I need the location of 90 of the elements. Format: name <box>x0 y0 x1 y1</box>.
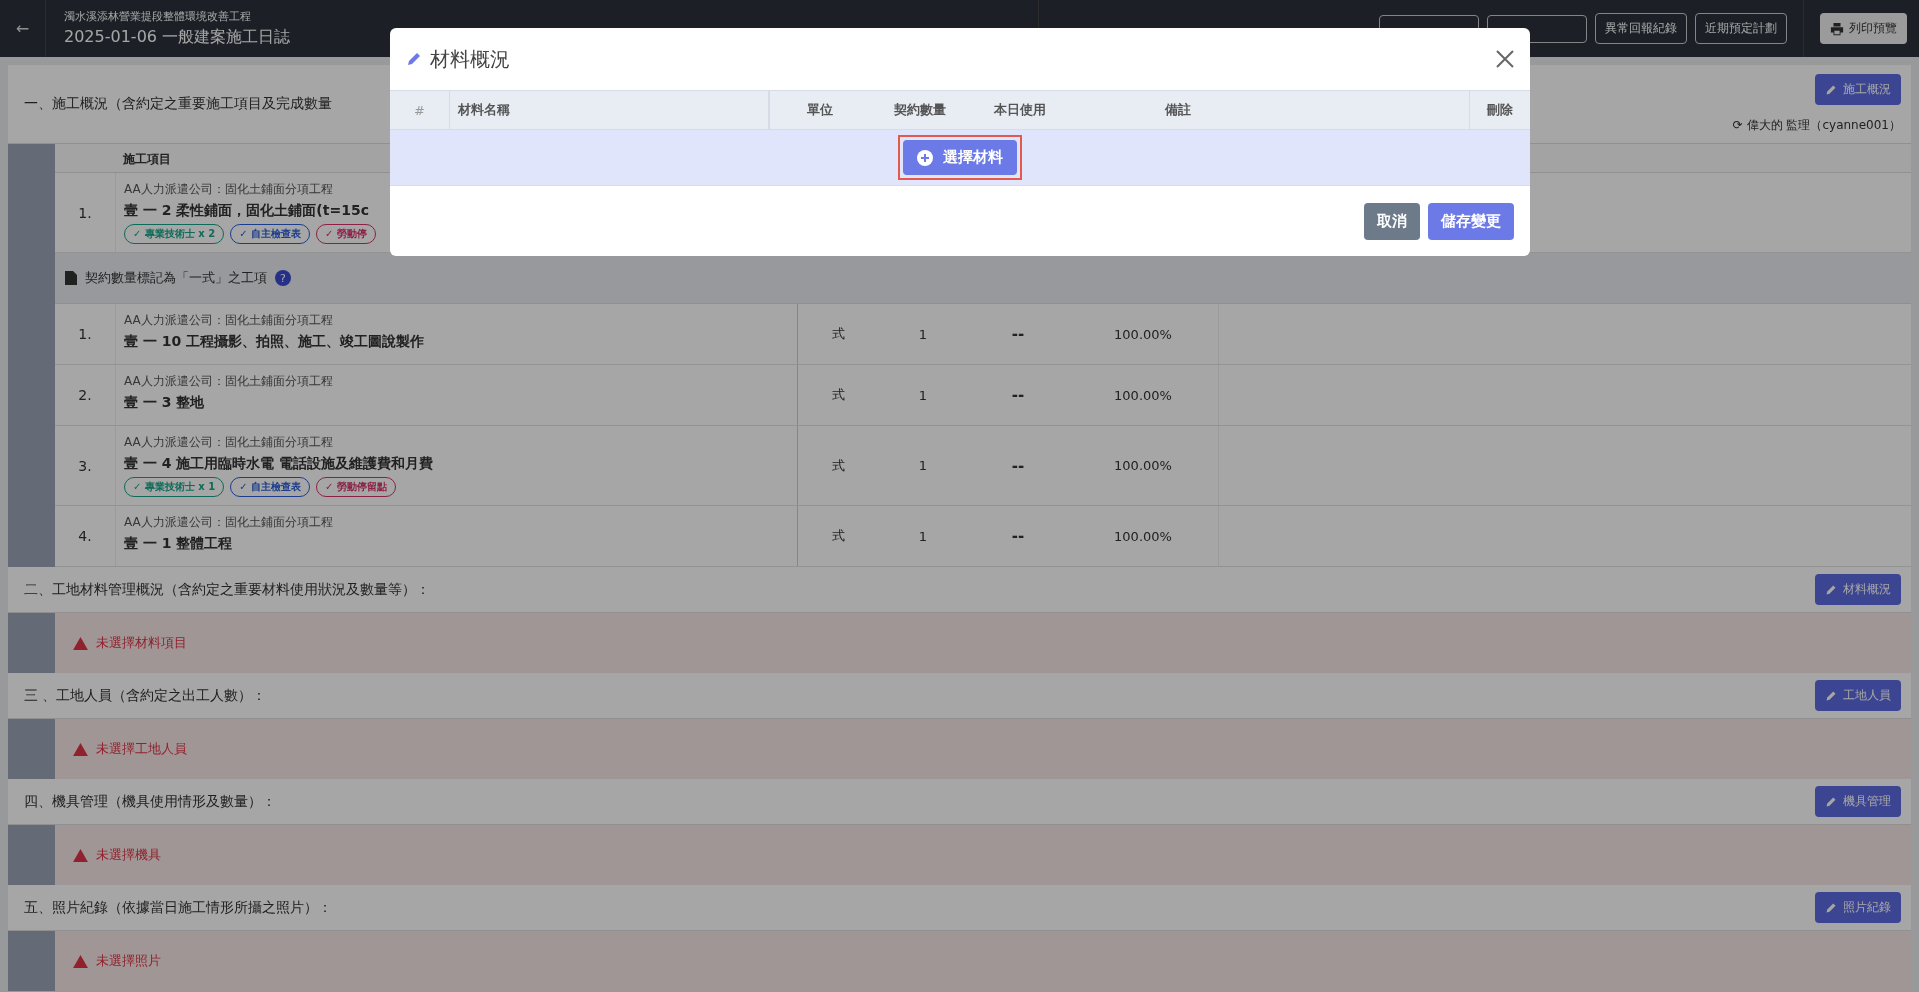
pencil-icon <box>1825 901 1837 914</box>
percent-cell-text: 100.00% <box>1113 528 1173 544</box>
pencil-icon <box>1825 583 1837 596</box>
today-cell-text: -- <box>1010 527 1026 545</box>
unit-cell-text: 式 <box>830 325 846 343</box>
row-number: 3. <box>55 426 116 505</box>
plus-circle-icon <box>917 149 933 166</box>
row-number: 4. <box>55 506 116 566</box>
warning-text: 未選擇材料項目 <box>96 634 187 652</box>
printer-icon <box>1830 21 1844 36</box>
dialog-title: 材料概況 <box>430 45 511 73</box>
edit-button[interactable]: 機具管理 <box>1815 786 1901 817</box>
status-tag: ✓ 自主檢查表 <box>230 477 311 497</box>
warning-text: 未選擇照片 <box>96 952 161 970</box>
pencil-icon <box>406 51 422 67</box>
company-text: AA人力派遣公司：固化土鋪面分項工程 <box>124 514 334 531</box>
signer-text: ⟳ 偉大的 監理（cyanne001） <box>1732 117 1901 134</box>
side-stripe <box>8 613 55 673</box>
side-stripe <box>8 931 55 991</box>
company-text: AA人力派遣公司：固化土鋪面分項工程 <box>124 181 334 198</box>
column-header: 備註 <box>1070 91 1470 129</box>
today-cell-text: -- <box>1010 386 1026 404</box>
column-header: 單位 <box>806 101 834 119</box>
unit-cell-text: 式 <box>830 527 846 545</box>
close-button[interactable] <box>1496 50 1514 68</box>
work-item-text: 壹 一 4 施工用臨時水電 電話設施及維護費和月費 <box>124 455 435 473</box>
side-stripe <box>8 719 55 779</box>
quantity-cell-text: 1 <box>917 458 929 473</box>
column-header: # <box>390 91 450 129</box>
warning-icon <box>73 954 88 968</box>
side-stripe <box>8 825 55 885</box>
warning-icon <box>73 742 88 756</box>
edit-button[interactable]: 施工概況 <box>1815 74 1901 105</box>
section-title: 四、機具管理（機具使用情形及數量）： <box>24 792 276 811</box>
warning-text: 未選擇機具 <box>96 846 161 864</box>
status-tag: ✓ 勞動停留點 <box>316 477 396 497</box>
section-title: 五、照片紀錄（依據當日施工情形所攝之照片）： <box>24 898 332 917</box>
quantity-cell-text: 1 <box>917 387 929 403</box>
percent-cell-text: 100.00% <box>1113 326 1173 342</box>
status-tag: ✓ 專業技術士 x 1 <box>124 477 225 497</box>
print-preview-button[interactable]: 列印預覽 <box>1820 13 1907 44</box>
work-item-text: 壹 一 10 工程攝影、拍照、施工、竣工圖說製作 <box>124 333 426 351</box>
cancel-button[interactable]: 取消 <box>1364 202 1420 240</box>
back-button[interactable]: ← <box>0 0 46 57</box>
work-item-text: 壹 一 2 柔性鋪面，固化土鋪面(t=15c <box>124 202 370 220</box>
warning-icon <box>73 848 88 862</box>
subsection-title: 契約數量標記為「一式」之工項 <box>85 269 267 287</box>
quantity-cell-text: 1 <box>917 326 929 342</box>
status-tag: ✓ 專業技術士 x 2 <box>124 224 225 244</box>
work-item-text: 壹 一 3 整地 <box>124 394 206 412</box>
column-header: 本日使用 <box>993 101 1047 119</box>
today-cell-text: -- <box>1010 456 1026 475</box>
project-name: 濁水溪添林營業提段整體環境改善工程 <box>64 9 252 24</box>
status-tag: ✓ 勞動停 <box>316 224 376 244</box>
help-icon[interactable]: ? <box>275 270 291 286</box>
company-text: AA人力派遣公司：固化土鋪面分項工程 <box>124 373 334 390</box>
percent-cell-text: 100.00% <box>1113 387 1173 403</box>
pencil-icon <box>1825 689 1837 702</box>
edit-button[interactable]: 照片紀錄 <box>1815 892 1901 923</box>
pencil-icon <box>1825 83 1837 96</box>
column-header: 施工項目 <box>123 152 171 166</box>
today-cell-text: -- <box>1010 325 1026 343</box>
company-text: AA人力派遣公司：固化土鋪面分項工程 <box>124 312 334 329</box>
row-number: 2. <box>55 365 116 425</box>
unit-cell-text: 式 <box>830 386 846 404</box>
section-title: 二、工地材料管理概況（含約定之重要材料使用狀況及數量等）： <box>24 580 430 599</box>
unit-cell-text: 式 <box>830 456 846 475</box>
pencil-icon <box>1825 795 1837 808</box>
page-title: 2025-01-06 一般建案施工日誌 <box>64 27 292 48</box>
record-button[interactable]: 近期預定計劃 <box>1695 13 1787 44</box>
work-item-text: 壹 一 1 整體工程 <box>124 535 234 553</box>
column-header: 契約數量 <box>893 101 947 119</box>
document-icon <box>65 271 77 285</box>
record-button[interactable]: 異常回報紀錄 <box>1595 13 1687 44</box>
warning-text: 未選擇工地人員 <box>96 740 187 758</box>
warning-icon <box>73 636 88 650</box>
close-icon <box>1496 50 1514 68</box>
row-number: 1. <box>55 304 116 364</box>
row-number: 1. <box>55 173 116 252</box>
section-title: 三 、工地人員（含約定之出工人數）： <box>24 686 267 705</box>
quantity-cell-text: 1 <box>917 528 929 544</box>
status-tag: ✓ 自主檢查表 <box>230 224 311 244</box>
section-title: 一、施工概況（含約定之重要施工項目及完成數量 <box>24 95 332 113</box>
column-header: 刪除 <box>1486 101 1514 119</box>
company-text: AA人力派遣公司：固化土鋪面分項工程 <box>124 434 334 451</box>
edit-button[interactable]: 材料概況 <box>1815 574 1901 605</box>
percent-cell-text: 100.00% <box>1113 458 1173 473</box>
select-material-button[interactable]: 選擇材料 <box>903 140 1017 175</box>
save-button[interactable]: 儲存變更 <box>1428 202 1514 240</box>
edit-button[interactable]: 工地人員 <box>1815 680 1901 711</box>
